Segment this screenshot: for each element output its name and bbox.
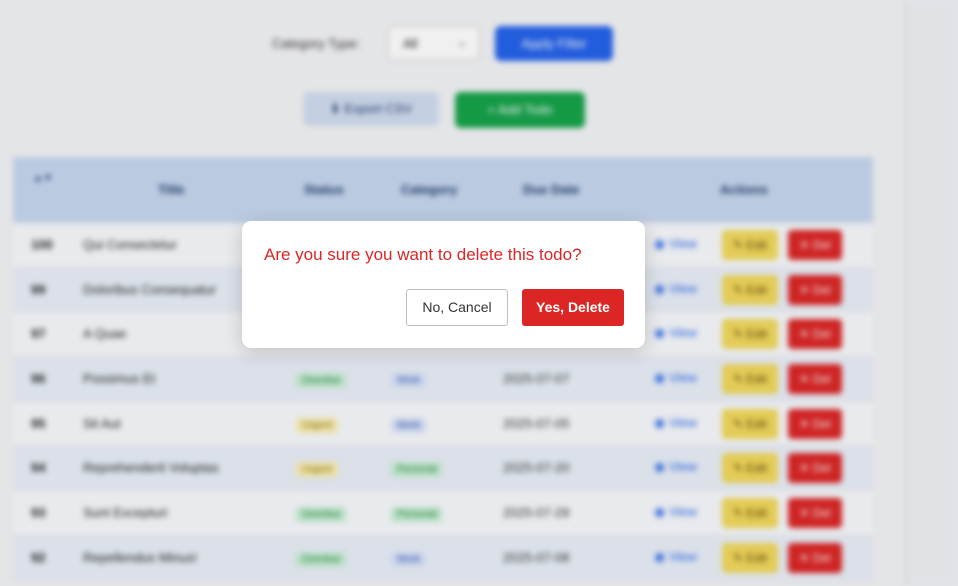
delete-confirm-dialog: Are you sure you want to delete this tod… bbox=[242, 221, 645, 348]
confirm-delete-button[interactable]: Yes, Delete bbox=[522, 289, 624, 326]
cancel-button[interactable]: No, Cancel bbox=[406, 289, 508, 326]
delete-confirm-message: Are you sure you want to delete this tod… bbox=[264, 245, 582, 264]
